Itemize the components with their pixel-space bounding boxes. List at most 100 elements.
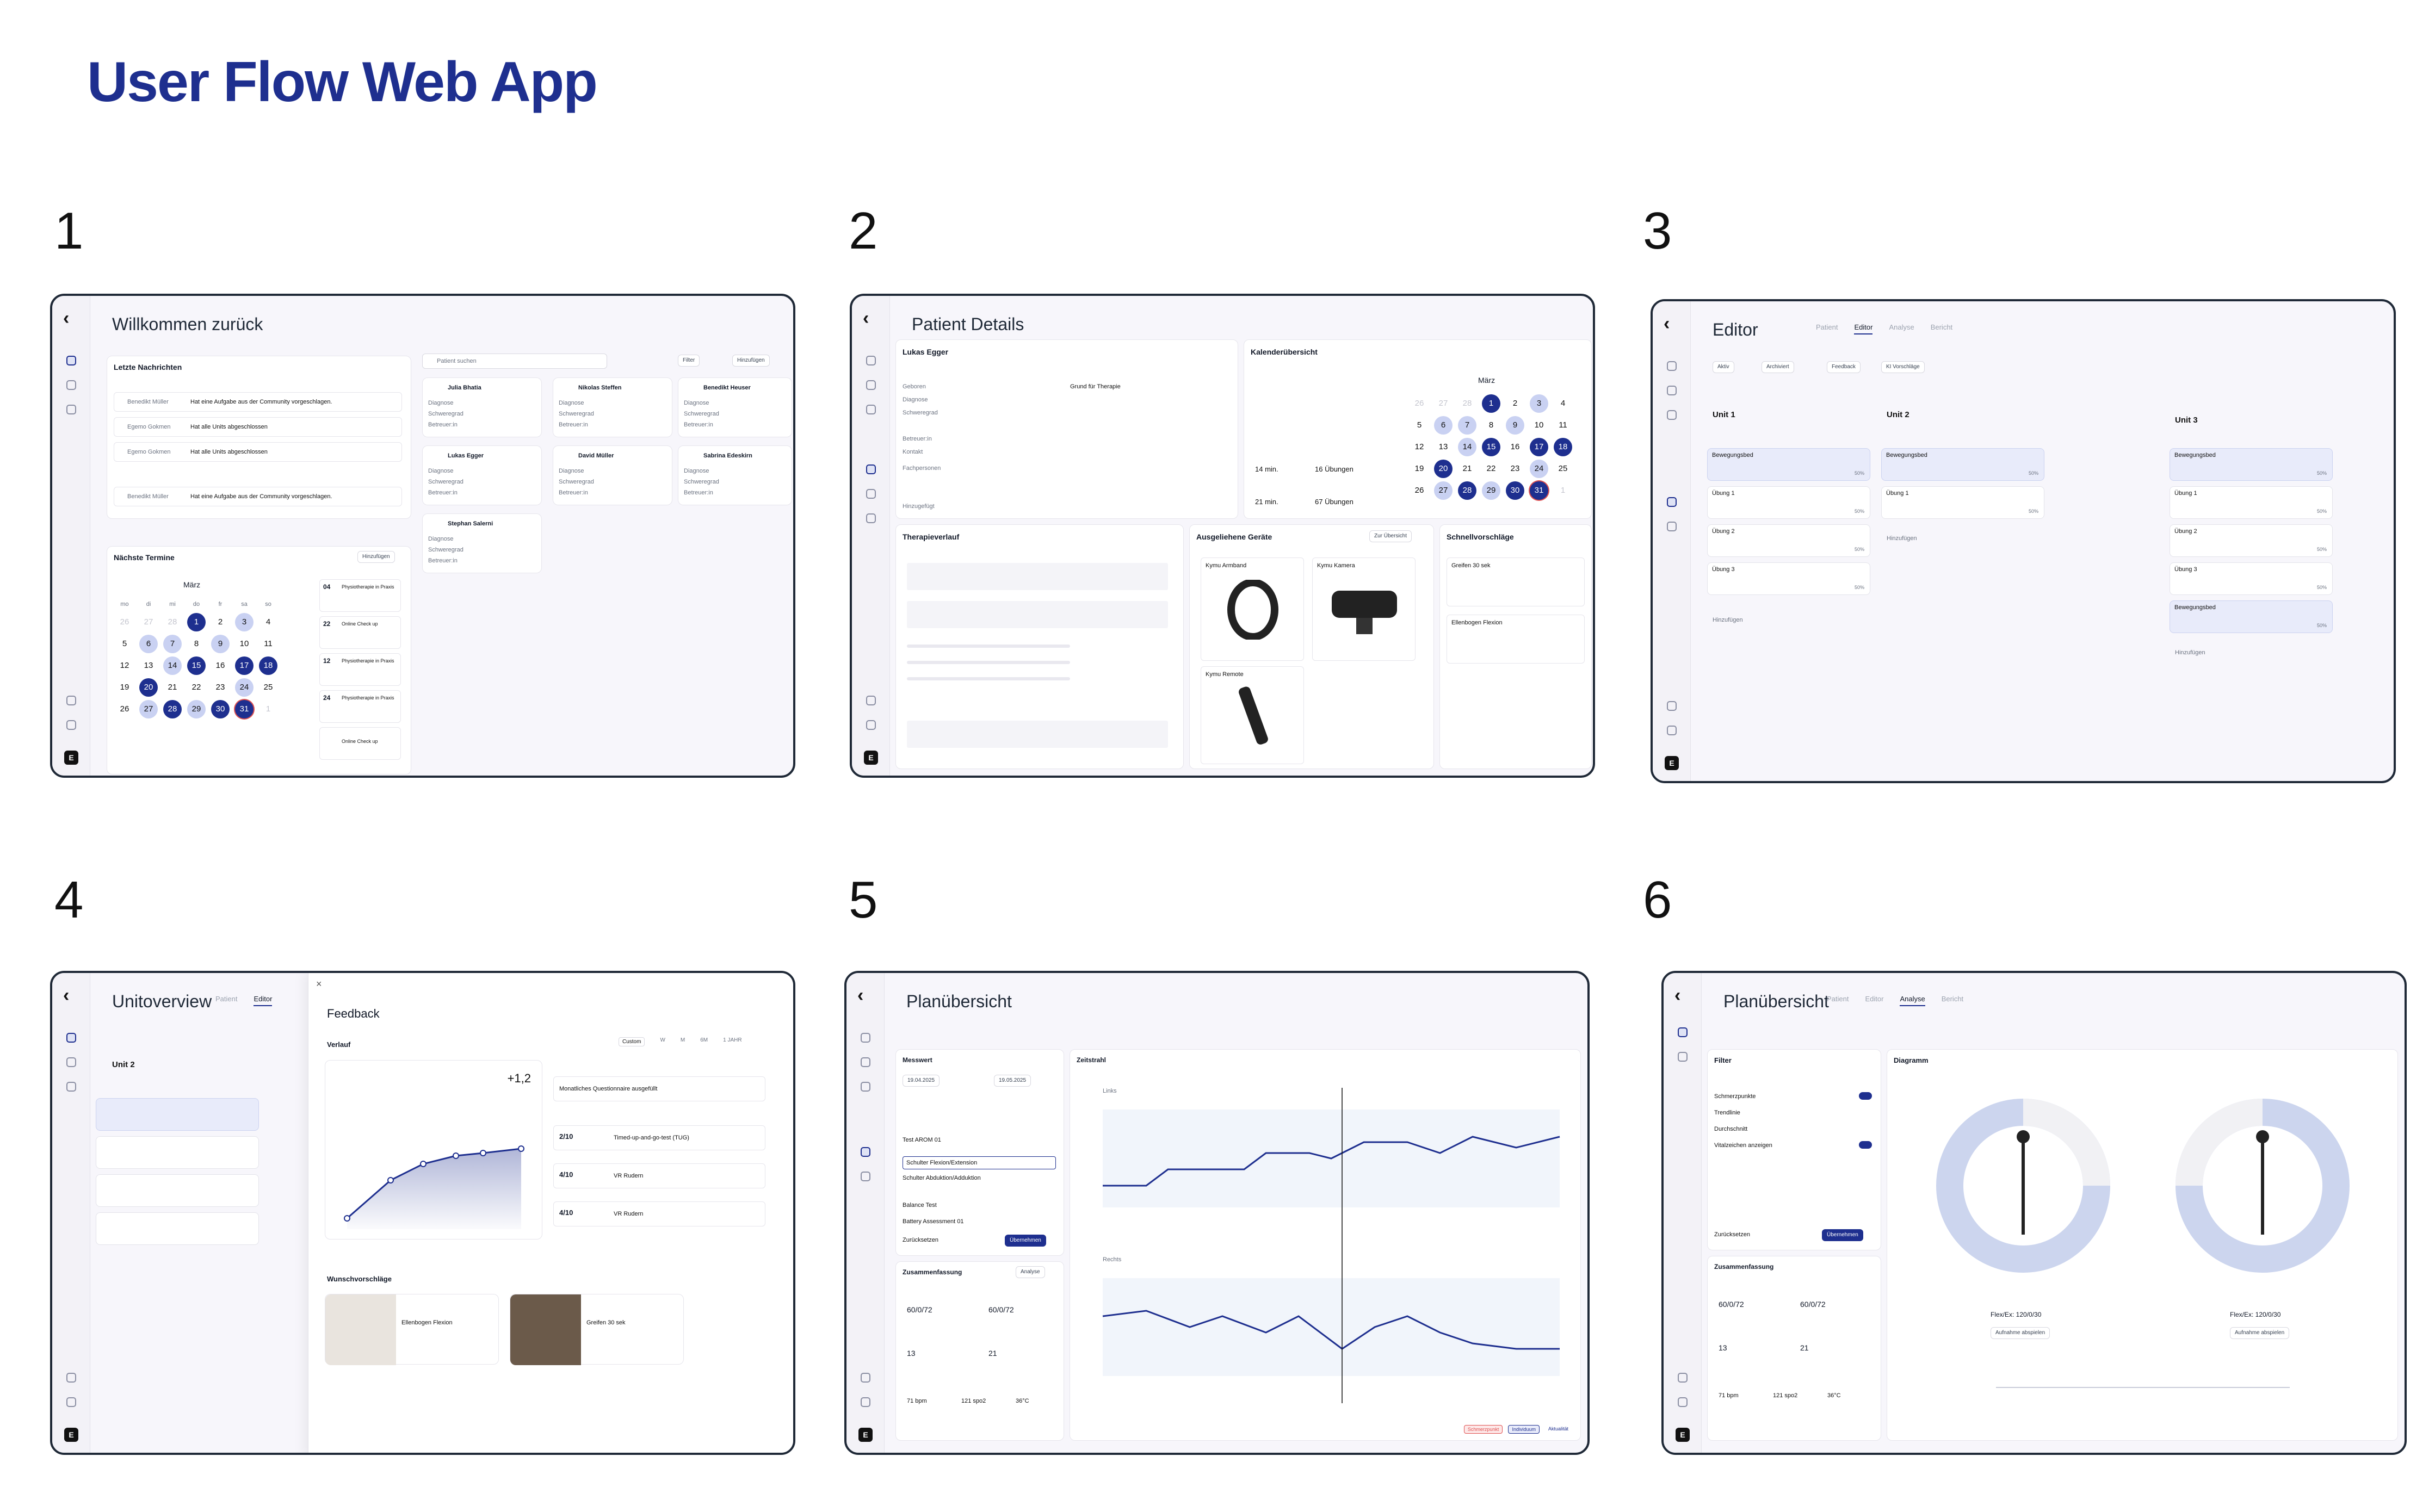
date-from[interactable]: 19.04.2025 [903,1075,940,1087]
profile-avatar[interactable]: E [1676,1428,1690,1442]
suggestion-item[interactable]: Ellenbogen Flexion [1447,615,1585,664]
tab-patient[interactable]: Patient [215,995,237,1006]
left-record-button[interactable]: Aufnahme abspielen [1991,1327,2050,1339]
app-logo-icon[interactable]: ‹ [857,986,874,1005]
feedback-button[interactable]: Feedback [1827,361,1861,373]
app-logo-icon[interactable]: ‹ [63,309,79,327]
close-icon[interactable]: × [316,978,322,990]
exercise-card[interactable] [96,1174,259,1207]
home-icon[interactable] [66,356,76,365]
globe-icon[interactable] [66,1057,76,1067]
patient-card[interactable]: Nikolas Steffen Diagnose Schweregrad Betreu… [553,377,672,437]
range-m[interactable]: M [681,1037,685,1046]
range-6m[interactable]: 6M [700,1037,708,1046]
devices-overview-button[interactable]: Zur Übersicht [1369,530,1412,542]
legend-current[interactable]: Aktualität [1545,1425,1572,1434]
patient-card[interactable]: Lukas Egger Diagnose Schweregrad Betreuer:i… [422,445,542,505]
app-logo-icon[interactable]: ‹ [63,986,79,1005]
stats-icon[interactable] [1667,410,1677,420]
legend-individual[interactable]: Individuum [1508,1425,1540,1434]
ki-suggestions-button[interactable]: KI Vorschläge [1881,361,1925,373]
reset-button[interactable]: Zurücksetzen [903,1237,938,1243]
mail-icon[interactable] [1678,1397,1688,1407]
home-icon[interactable] [1667,361,1677,371]
tab-editor[interactable]: Editor [254,995,273,1006]
wish-card[interactable]: Ellenbogen Flexion [325,1294,499,1365]
exercise-card[interactable]: Übung 2 50% [2170,524,2333,557]
filter-archived[interactable]: Archiviert [1762,361,1794,373]
mail-icon[interactable] [861,1397,870,1407]
chart-icon[interactable] [1667,522,1677,531]
profile-avatar[interactable]: E [864,751,878,765]
patient-card[interactable]: Benedikt Heuser Diagnose Schweregrad Betreu… [678,377,792,437]
add-appointment-button[interactable]: Hinzufügen [357,551,395,563]
patient-card[interactable]: Julia Bhatia Diagnose Schweregrad Betreuer:… [422,377,542,437]
app-logo-icon[interactable]: ‹ [1674,986,1691,1005]
settings-icon[interactable] [66,696,76,705]
wish-card[interactable]: Greifen 30 sek [510,1294,684,1365]
suggestion-item[interactable]: Greifen 30 sek [1447,557,1585,606]
settings-icon[interactable] [1678,1373,1688,1383]
mail-icon[interactable] [66,1397,76,1407]
message-item[interactable]: Egemo Gokmen Hat alle Units abgeschlosse… [114,417,402,437]
globe-icon[interactable] [1667,386,1677,395]
legend-pain[interactable]: Schmerzpunkt [1463,1425,1503,1434]
exercise-card[interactable]: Bewegungsbed 50% [1707,448,1870,481]
chart-icon[interactable] [866,513,876,523]
tab-editor[interactable]: Editor [1865,995,1883,1006]
add-exercise-button[interactable]: Hinzufügen [2175,649,2205,656]
profile-avatar[interactable]: E [858,1428,873,1442]
home-icon[interactable] [866,356,876,365]
analysis-button[interactable]: Analyse [1016,1266,1045,1278]
patient-icon[interactable] [861,1147,870,1157]
app-logo-icon[interactable]: ‹ [1664,314,1680,333]
exercise-card[interactable]: Bewegungsbed 50% [2170,448,2333,481]
exercise-card[interactable]: Übung 3 50% [2170,562,2333,595]
settings-icon[interactable] [1667,701,1677,711]
stats-icon[interactable] [66,1082,76,1092]
exercise-card[interactable] [96,1136,259,1169]
exercise-card[interactable]: Bewegungsbed 50% [2170,600,2333,633]
profile-avatar[interactable]: E [64,751,78,765]
tab-analyse[interactable]: Analyse [1900,995,1925,1006]
toggle-pain[interactable] [1859,1092,1872,1100]
result-item[interactable]: 4/10 VR Rudern [553,1163,765,1188]
app-logo-icon[interactable]: ‹ [863,309,879,327]
home-icon[interactable] [66,1033,76,1043]
device-card-camera[interactable]: Kymu Kamera [1312,557,1416,661]
globe-icon[interactable] [861,1057,870,1067]
tab-patient[interactable]: Patient [1827,995,1849,1006]
globe-icon[interactable] [866,380,876,390]
date-to[interactable]: 19.05.2025 [994,1075,1031,1087]
add-button[interactable]: Hinzufügen [732,355,770,367]
appointment-item[interactable]: 12 Physiotherapie in Praxis [319,653,401,686]
tab-bericht[interactable]: Bericht [1942,995,1963,1006]
toggle-vitals[interactable] [1859,1141,1872,1149]
appointment-item[interactable]: 24 Physiotherapie in Praxis [319,690,401,723]
mail-icon[interactable] [66,720,76,730]
device-card-armband[interactable]: Kymu Armband [1201,557,1304,661]
exercise-card[interactable]: Übung 2 50% [1707,524,1870,557]
plan-icon[interactable] [1678,1027,1688,1037]
message-item[interactable]: Egemo Gokmen Hat alle Units abgeschlosse… [114,442,402,462]
settings-icon[interactable] [66,1373,76,1383]
tab-analyse[interactable]: Analyse [1889,323,1914,334]
result-item[interactable]: Monatliches Questionnaire ausgefüllt [553,1076,765,1101]
patient-search-input[interactable]: Patient suchen [422,354,607,369]
patient-card[interactable]: David Müller Diagnose Schweregrad Betreuer:… [553,445,672,505]
stats-icon[interactable] [861,1082,870,1092]
range-w[interactable]: W [660,1037,665,1046]
apply-button[interactable]: Übernehmen [1005,1235,1046,1247]
exercise-card[interactable]: Übung 1 50% [2170,486,2333,519]
patient-card[interactable]: Sabrina Edeskirn Diagnose Schweregrad Betre… [678,445,792,505]
settings-icon[interactable] [861,1373,870,1383]
appointment-item[interactable]: 22 Online Check up [319,616,401,649]
tab-patient[interactable]: Patient [1816,323,1838,334]
tab-editor[interactable]: Editor [1854,323,1873,334]
apply-button[interactable]: Übernehmen [1822,1229,1863,1241]
patient-card[interactable]: Stephan Salerni Diagnose Schweregrad Betreu… [422,513,542,573]
tab-bericht[interactable]: Bericht [1931,323,1952,334]
test-option-selected[interactable]: Schulter Flexion/Extension [903,1156,1056,1169]
stats-icon[interactable] [866,405,876,414]
globe-icon[interactable] [66,380,76,390]
